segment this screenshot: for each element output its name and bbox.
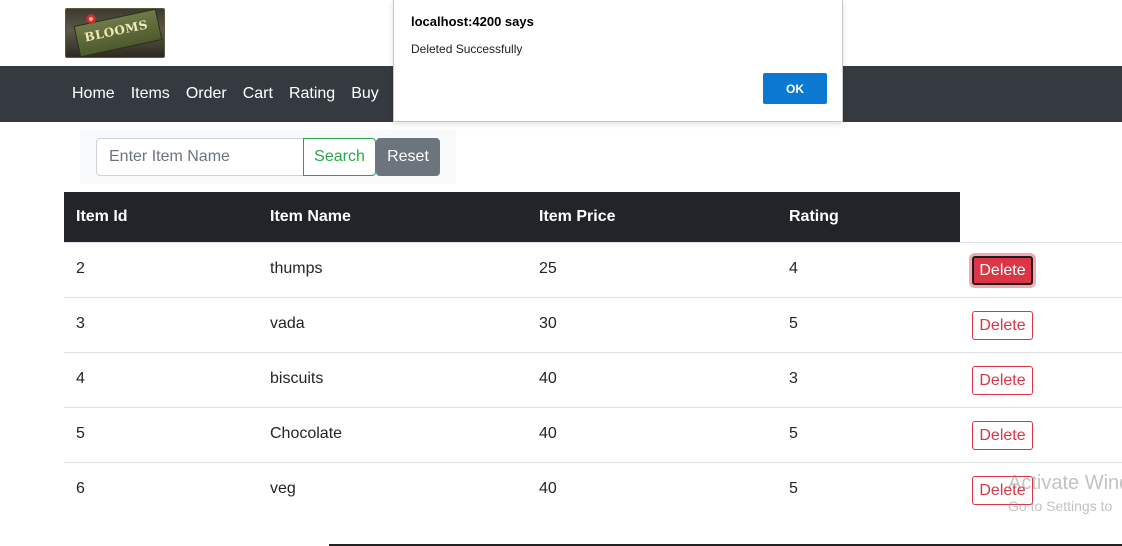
table-row: 6 veg 40 5 Delete [64,462,1122,517]
cell-item-price: 25 [539,260,557,277]
delete-button[interactable]: Delete [972,421,1033,450]
delete-button[interactable]: Delete [972,256,1033,285]
cell-item-id: 3 [76,315,85,332]
cell-item-price: 30 [539,315,557,332]
cell-item-name: thumps [270,260,323,277]
cell-rating: 5 [789,480,798,497]
nav-link-buy[interactable]: Buy [343,66,387,122]
search-form: Search Reset [80,130,456,184]
column-header-item-price: Item Price [539,208,616,225]
cell-item-id: 2 [76,260,85,277]
table-row: 2 thumps 25 4 Delete [64,242,1122,297]
dialog-title: localhost:4200 says [411,14,534,29]
table-row: 4 biscuits 40 3 Delete [64,352,1122,407]
dialog-message: Deleted Successfully [411,42,523,56]
cell-rating: 3 [789,370,798,387]
cell-rating: 4 [789,260,798,277]
reset-button[interactable]: Reset [376,138,440,176]
nav-link-order[interactable]: Order [178,66,235,122]
delete-button[interactable]: Delete [972,366,1033,395]
nav-link-rating[interactable]: Rating [281,66,343,122]
cell-rating: 5 [789,425,798,442]
nav-link-items[interactable]: Items [123,66,178,122]
table-header: Item Id Item Name Item Price Rating [64,192,960,242]
cell-item-name: Chocolate [270,425,343,442]
nav-link-home[interactable]: Home [64,66,123,122]
cell-rating: 5 [789,315,798,332]
alert-dialog: localhost:4200 says Deleted Successfully… [393,0,843,122]
ok-button[interactable]: OK [763,73,827,104]
table-body: 2 thumps 25 4 Delete 3 vada 30 5 Delete … [64,242,1122,517]
column-header-rating: Rating [789,208,839,225]
table-row: 3 vada 30 5 Delete [64,297,1122,352]
flower-icon [86,14,96,24]
column-header-item-id: Item Id [76,208,128,225]
nav-link-cart[interactable]: Cart [235,66,281,122]
cell-item-name: biscuits [270,370,324,387]
blooms-logo[interactable]: BLOOMS [65,8,165,58]
page: BLOOMS Home Items Order Cart Rating Buy … [0,0,1122,546]
cell-item-id: 6 [76,480,85,497]
cell-item-id: 5 [76,425,85,442]
nav-links: Home Items Order Cart Rating Buy [64,66,387,122]
activation-watermark-subtitle: Go to Settings to [1008,498,1113,514]
search-button[interactable]: Search [303,138,376,176]
cell-item-price: 40 [539,370,557,387]
cell-item-name: vada [270,315,305,332]
table-row: 5 Chocolate 40 5 Delete [64,407,1122,462]
cell-item-id: 4 [76,370,85,387]
cell-item-name: veg [270,480,296,497]
activation-watermark-title: Activate Wind [1008,472,1122,494]
cell-item-price: 40 [539,480,557,497]
delete-button[interactable]: Delete [972,311,1033,340]
cell-item-price: 40 [539,425,557,442]
search-input[interactable] [96,138,304,176]
column-header-item-name: Item Name [270,208,351,225]
